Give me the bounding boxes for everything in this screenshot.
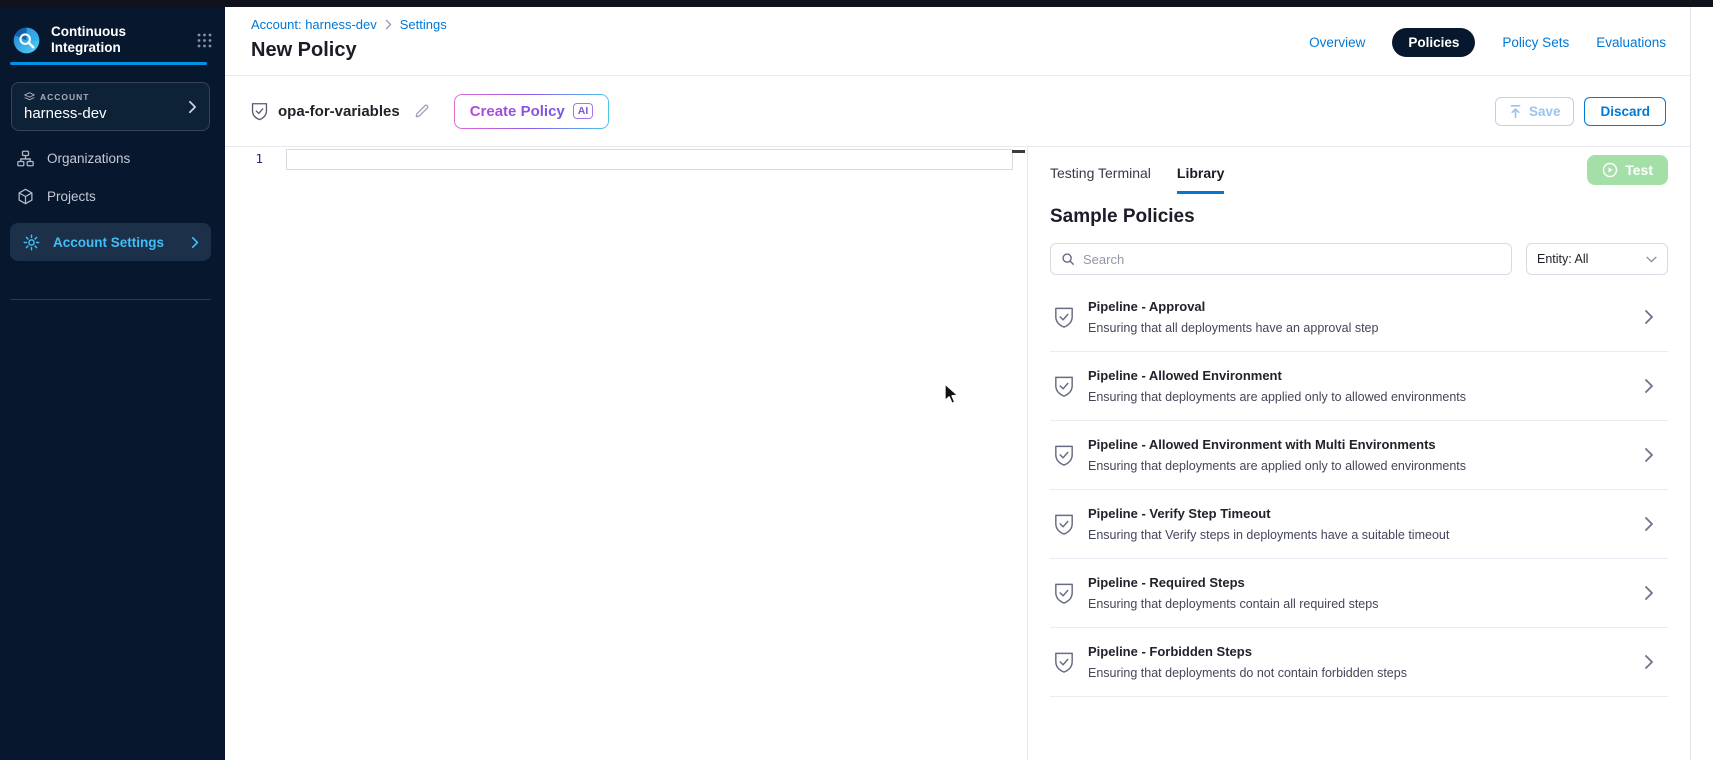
search-input[interactable] xyxy=(1083,252,1501,267)
tab-library[interactable]: Library xyxy=(1177,165,1224,194)
sidebar-item-label: Organizations xyxy=(47,151,130,166)
shield-check-icon xyxy=(251,102,268,121)
breadcrumb-settings-link[interactable]: Settings xyxy=(400,17,447,32)
policy-title: Pipeline - Allowed Environment with Mult… xyxy=(1088,437,1630,452)
shield-check-icon xyxy=(1054,582,1074,605)
sidebar-item-account-settings[interactable]: Account Settings xyxy=(10,223,211,261)
sidebar-item-organizations[interactable]: Organizations xyxy=(0,139,225,177)
editor-line-number: 1 xyxy=(225,151,263,166)
main-content: Account: harness-dev Settings New Policy… xyxy=(225,7,1690,760)
sidebar: Continuous Integration ACCOUNT harness-d… xyxy=(0,7,225,760)
right-gutter xyxy=(1690,7,1713,760)
entity-filter-dropdown[interactable]: Entity: All xyxy=(1526,243,1668,275)
ai-badge: AI xyxy=(573,103,594,119)
gear-icon xyxy=(23,234,40,251)
policy-description: Ensuring that deployments do not contain… xyxy=(1088,666,1630,680)
workspace: 1 Testing Terminal Library T xyxy=(225,147,1690,760)
page-header: Account: harness-dev Settings New Policy… xyxy=(225,7,1690,76)
policy-code-editor[interactable]: 1 xyxy=(225,147,1027,760)
search-box xyxy=(1050,243,1512,275)
apps-grid-icon[interactable] xyxy=(197,33,212,48)
chevron-right-icon xyxy=(191,236,199,249)
chevron-right-icon xyxy=(1644,378,1654,394)
chevron-right-icon xyxy=(1644,585,1654,601)
policy-list-item[interactable]: Pipeline - Approval Ensuring that all de… xyxy=(1050,283,1668,352)
chevron-right-icon xyxy=(1644,516,1654,532)
policy-list-item[interactable]: Pipeline - Required Steps Ensuring that … xyxy=(1050,559,1668,628)
account-stack-icon xyxy=(24,91,35,102)
test-label: Test xyxy=(1625,162,1653,178)
chevron-right-icon xyxy=(1644,309,1654,325)
header-tabs: Overview Policies Policy Sets Evaluation… xyxy=(1309,28,1666,57)
tab-overview[interactable]: Overview xyxy=(1309,35,1365,50)
policy-description: Ensuring that Verify steps in deployment… xyxy=(1088,528,1630,542)
shield-check-icon xyxy=(1054,513,1074,536)
save-button[interactable]: Save xyxy=(1495,97,1575,126)
shield-check-icon xyxy=(1054,444,1074,467)
editor-current-line-highlight xyxy=(286,149,1013,170)
sample-policies-heading: Sample Policies xyxy=(1050,206,1668,228)
tab-policies[interactable]: Policies xyxy=(1392,28,1475,57)
policy-title: Pipeline - Required Steps xyxy=(1088,575,1630,590)
policy-description: Ensuring that deployments are applied on… xyxy=(1088,459,1630,473)
breadcrumb-separator-icon xyxy=(385,19,392,30)
search-icon xyxy=(1061,252,1075,266)
panel-tabs: Testing Terminal Library xyxy=(1050,155,1224,194)
chevron-right-icon xyxy=(1644,447,1654,463)
tab-testing-terminal[interactable]: Testing Terminal xyxy=(1050,165,1151,194)
chevron-down-icon xyxy=(1646,256,1657,263)
discard-button[interactable]: Discard xyxy=(1584,97,1666,126)
entity-filter-value: Entity: All xyxy=(1537,252,1588,266)
sidebar-divider xyxy=(10,299,211,300)
tab-policy-sets[interactable]: Policy Sets xyxy=(1502,35,1569,50)
editor-overview-ruler-mark xyxy=(1012,150,1025,153)
brand-underline xyxy=(10,62,207,65)
policy-toolbar: opa-for-variables Create Policy AI Save … xyxy=(225,76,1690,147)
sidebar-item-label: Account Settings xyxy=(53,235,164,250)
policy-description: Ensuring that deployments contain all re… xyxy=(1088,597,1630,611)
tab-evaluations[interactable]: Evaluations xyxy=(1596,35,1666,50)
account-name: harness-dev xyxy=(24,105,197,122)
breadcrumb-account-link[interactable]: Account: harness-dev xyxy=(251,17,377,32)
policy-list-item[interactable]: Pipeline - Allowed Environment with Mult… xyxy=(1050,421,1668,490)
product-title: Continuous Integration xyxy=(51,24,126,56)
create-policy-ai-button[interactable]: Create Policy AI xyxy=(454,94,610,129)
org-chart-icon xyxy=(17,150,34,167)
chevron-right-icon xyxy=(188,100,197,119)
policy-title: Pipeline - Verify Step Timeout xyxy=(1088,506,1630,521)
sidebar-nav: Organizations Projects Account Settings xyxy=(0,139,225,300)
create-policy-label: Create Policy xyxy=(470,103,565,120)
sidebar-item-label: Projects xyxy=(47,189,96,204)
policy-title: Pipeline - Forbidden Steps xyxy=(1088,644,1630,659)
library-panel: Testing Terminal Library Test Sample Pol… xyxy=(1027,147,1690,760)
window-top-strip xyxy=(0,0,1713,7)
sidebar-item-projects[interactable]: Projects xyxy=(0,177,225,215)
shield-check-icon xyxy=(1054,375,1074,398)
upload-icon xyxy=(1509,104,1522,119)
play-circle-icon xyxy=(1602,162,1618,178)
edit-name-pencil-icon[interactable] xyxy=(414,103,430,119)
account-label: ACCOUNT xyxy=(40,92,90,102)
chevron-right-icon xyxy=(1644,654,1654,670)
shield-check-icon xyxy=(1054,651,1074,674)
harness-ci-logo xyxy=(13,27,40,54)
policy-description: Ensuring that deployments are applied on… xyxy=(1088,390,1630,404)
save-label: Save xyxy=(1529,104,1561,119)
policy-name: opa-for-variables xyxy=(278,103,400,120)
policy-list-item[interactable]: Pipeline - Allowed Environment Ensuring … xyxy=(1050,352,1668,421)
shield-check-icon xyxy=(1054,306,1074,329)
account-selector[interactable]: ACCOUNT harness-dev xyxy=(11,82,210,131)
policy-list-item[interactable]: Pipeline - Verify Step Timeout Ensuring … xyxy=(1050,490,1668,559)
cube-icon xyxy=(17,188,34,205)
policy-description: Ensuring that all deployments have an ap… xyxy=(1088,321,1630,335)
policy-title: Pipeline - Allowed Environment xyxy=(1088,368,1630,383)
sample-policy-list: Pipeline - Approval Ensuring that all de… xyxy=(1050,283,1668,697)
policy-title: Pipeline - Approval xyxy=(1088,299,1630,314)
policy-list-item[interactable]: Pipeline - Forbidden Steps Ensuring that… xyxy=(1050,628,1668,697)
test-button[interactable]: Test xyxy=(1587,155,1668,185)
